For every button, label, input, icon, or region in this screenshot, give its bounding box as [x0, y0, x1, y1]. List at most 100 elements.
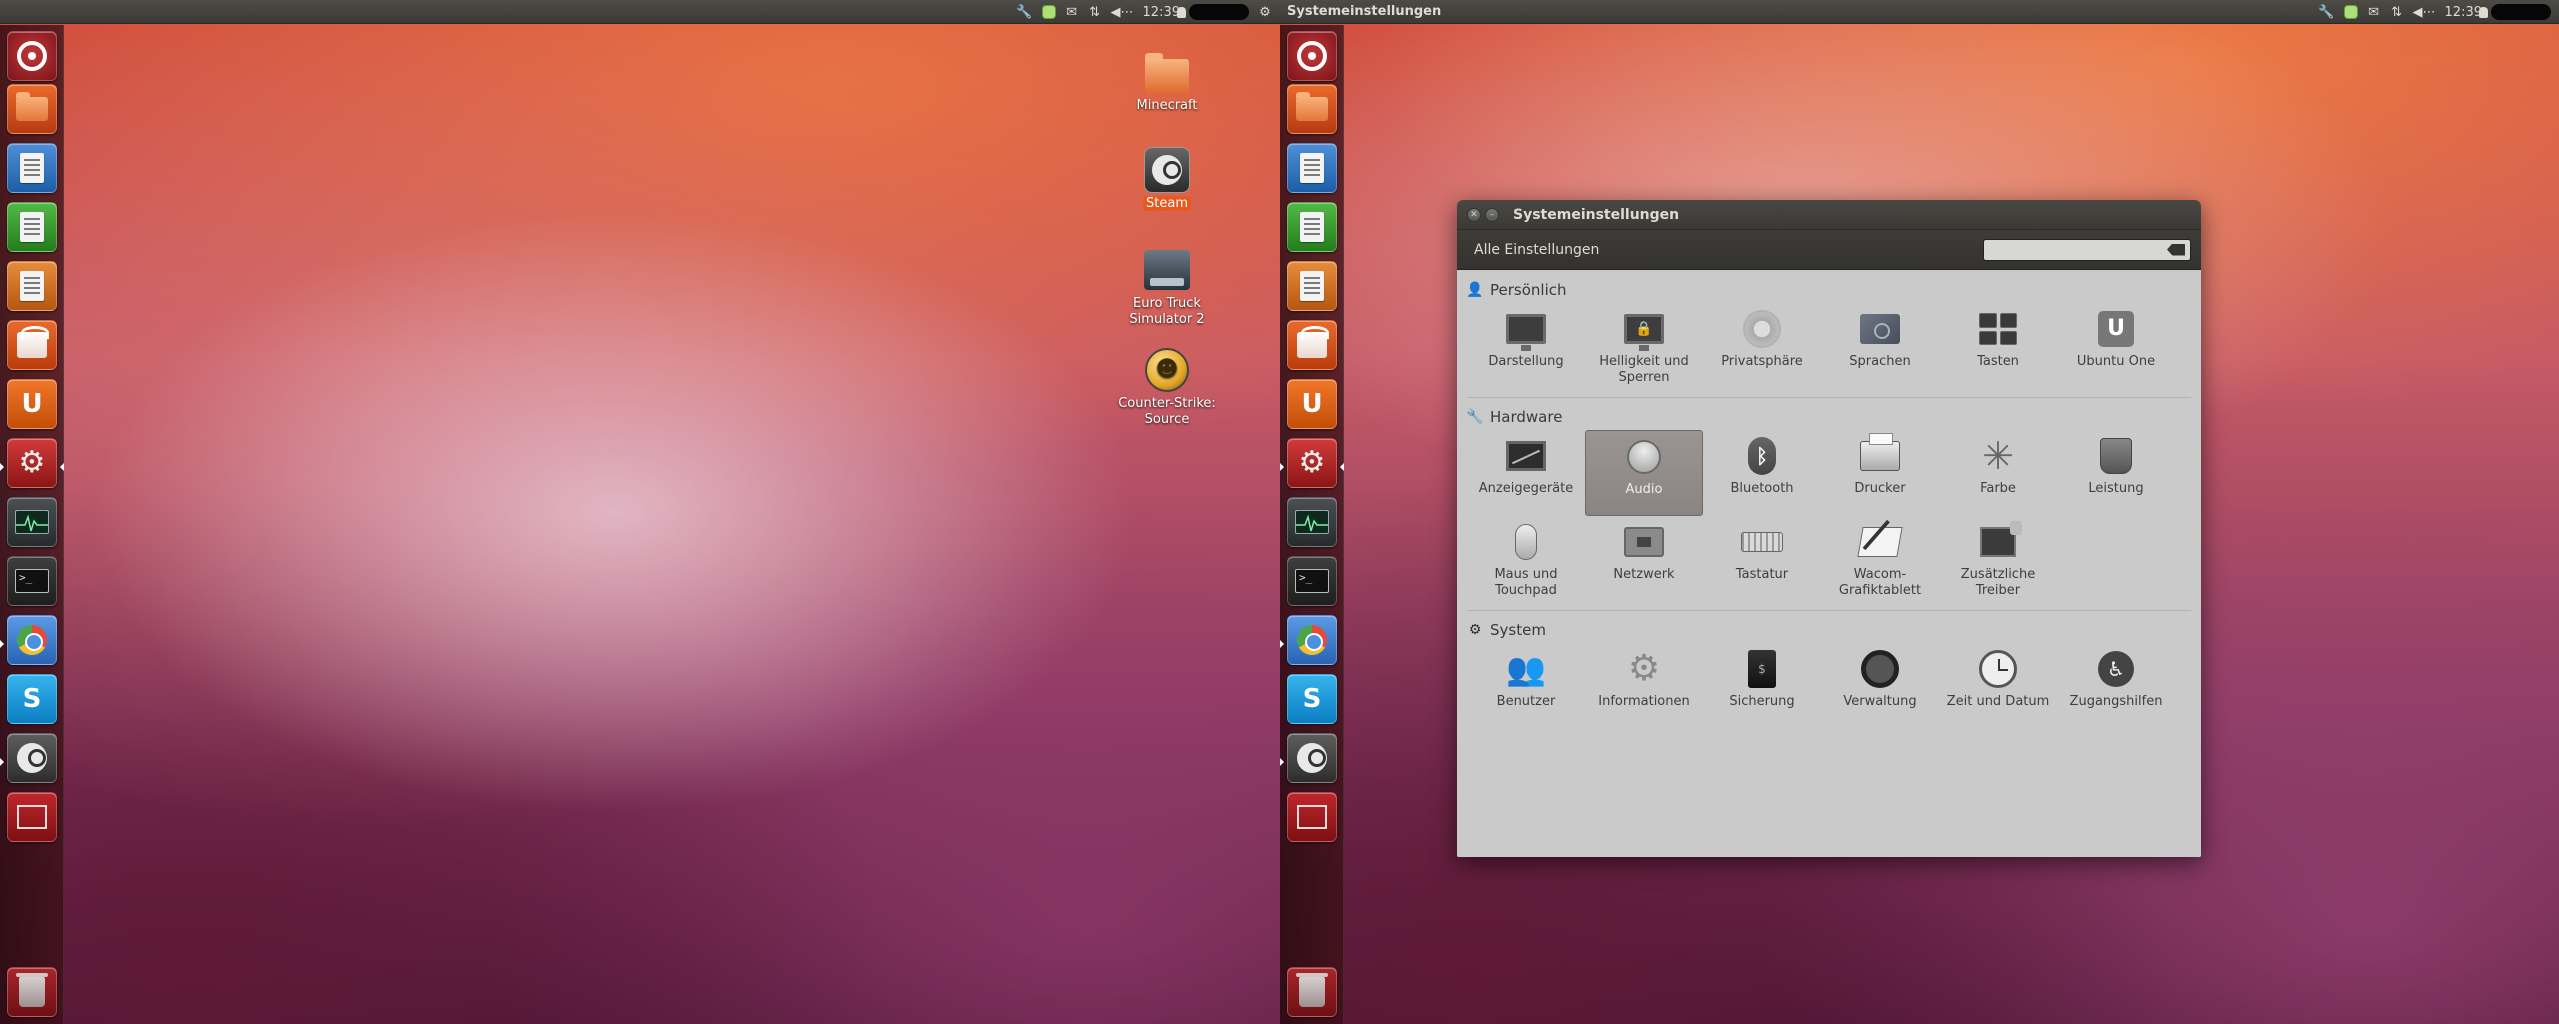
launcher-writer[interactable] [7, 143, 57, 193]
settings-item[interactable]: 👥 Benutzer [1467, 643, 1585, 729]
launcher-terminal[interactable]: >_ [7, 556, 57, 606]
user-indicator[interactable] [1177, 3, 1249, 21]
speaker-icon [1622, 435, 1666, 479]
skype-icon: S [22, 684, 42, 714]
settings-item[interactable]: ⚙ Informationen [1585, 643, 1703, 729]
close-icon[interactable]: ✕ [1467, 207, 1481, 222]
settings-item-label: Anzeigegeräte [1478, 481, 1574, 496]
settings-item[interactable]: Leistung [2057, 430, 2175, 516]
settings-item[interactable]: Verwaltung [1821, 643, 1939, 729]
settings-item[interactable]: Zeit und Datum [1939, 643, 2057, 729]
settings-item[interactable]: Netzwerk [1585, 516, 1703, 602]
ubuntu-logo-icon [17, 41, 47, 71]
settings-item[interactable]: U Ubuntu One [2057, 303, 2175, 389]
settings-item[interactable]: ♿ Zugangshilfen [2057, 643, 2175, 729]
launcher-system-settings[interactable]: ⚙ [1287, 438, 1337, 488]
launcher-workspaces[interactable] [7, 792, 57, 842]
desktop-wallpaper[interactable] [0, 0, 1280, 1024]
launcher-trash[interactable] [1287, 967, 1337, 1017]
launcher-chromium[interactable] [7, 615, 57, 665]
launcher-files[interactable] [1287, 84, 1337, 134]
launcher-impress[interactable] [1287, 261, 1337, 311]
launcher-files[interactable] [7, 84, 57, 134]
settings-item[interactable]: Wacom-Grafiktablett [1821, 516, 1939, 602]
settings-item[interactable]: Tasten [1939, 303, 2057, 389]
steam-indicator-icon[interactable]: 🔧 [1016, 3, 1032, 21]
settings-item[interactable]: ᛒ Bluetooth [1703, 430, 1821, 516]
launcher-steam[interactable] [7, 733, 57, 783]
settings-item-label: Leistung [2088, 481, 2144, 496]
mail-indicator-icon[interactable]: ✉ [1065, 3, 1079, 21]
settings-item-label: Netzwerk [1613, 567, 1675, 582]
launcher-steam[interactable] [1287, 733, 1337, 783]
terminal-icon: >_ [1295, 569, 1329, 593]
launcher-system-monitor[interactable] [7, 497, 57, 547]
messaging-indicator-icon[interactable] [1041, 3, 1056, 21]
settings-item[interactable]: Anzeigegeräte [1467, 430, 1585, 516]
desktop-icon-label: Minecraft [1136, 98, 1198, 113]
sound-indicator-icon[interactable]: ◀⋯ [1111, 3, 1134, 21]
clear-search-icon[interactable] [2167, 243, 2185, 256]
user-indicator[interactable] [2479, 3, 2551, 21]
settings-item[interactable]: Zusätzliche Treiber [1939, 516, 2057, 602]
launcher-writer[interactable] [1287, 143, 1337, 193]
session-gear-icon[interactable]: ⚙ [1258, 3, 1272, 21]
presentation-icon [20, 271, 44, 301]
launcher-calc[interactable] [7, 202, 57, 252]
launcher-skype[interactable]: S [7, 674, 57, 724]
settings-item[interactable]: Darstellung [1467, 303, 1585, 389]
settings-item[interactable]: Tastatur [1703, 516, 1821, 602]
launcher-dash-home[interactable] [7, 31, 57, 81]
window-titlebar[interactable]: ✕ – Systemeinstellungen [1457, 200, 2201, 230]
settings-item[interactable]: ✳ Farbe [1939, 430, 2057, 516]
settings-item-label: Audio [1625, 482, 1663, 497]
launcher-trash[interactable] [7, 967, 57, 1017]
launcher-system-monitor[interactable] [1287, 497, 1337, 547]
launcher-skype[interactable]: S [1287, 674, 1337, 724]
launcher-software-center[interactable] [7, 320, 57, 370]
settings-item[interactable]: 🔒 Helligkeit und Sperren [1585, 303, 1703, 389]
clock[interactable]: 12:39 [1143, 3, 1180, 21]
settings-item[interactable]: $ Sicherung [1703, 643, 1821, 729]
settings-item-label: Bluetooth [1730, 481, 1794, 496]
network-indicator-icon[interactable]: ⇅ [1088, 3, 1102, 21]
desktop-icon-steam[interactable]: Steam [1112, 146, 1222, 212]
launcher-dash-home[interactable] [1287, 31, 1337, 81]
desktop-icon-counter-strike[interactable]: ☻ Counter-Strike: Source [1112, 346, 1222, 428]
network-indicator-icon[interactable]: ⇅ [2390, 3, 2404, 21]
messaging-indicator-icon[interactable] [2343, 3, 2358, 21]
tablet-icon [1857, 520, 1903, 564]
launcher-calc[interactable] [1287, 202, 1337, 252]
settings-item[interactable]: Sprachen [1821, 303, 1939, 389]
launcher-ubuntu-one[interactable]: U [1287, 379, 1337, 429]
truck-icon [1144, 250, 1190, 290]
system-monitor-icon [1295, 510, 1329, 534]
all-settings-button[interactable]: Alle Einstellungen [1469, 238, 1604, 262]
settings-gear-icon: ⚙ [18, 445, 46, 480]
settings-item[interactable]: Drucker [1821, 430, 1939, 516]
minimize-icon[interactable]: – [1485, 207, 1499, 222]
section-title: System [1490, 621, 1546, 639]
launcher-workspaces[interactable] [1287, 792, 1337, 842]
launcher-chromium[interactable] [1287, 615, 1337, 665]
steam-indicator-icon[interactable]: 🔧 [2318, 3, 2334, 21]
launcher-terminal[interactable]: >_ [1287, 556, 1337, 606]
clock[interactable]: 12:39 [2445, 3, 2482, 21]
section-header: 👤 Persönlich [1466, 277, 2191, 303]
settings-item[interactable]: Privatsphäre [1703, 303, 1821, 389]
mail-indicator-icon[interactable]: ✉ [2367, 3, 2381, 21]
section-grid: 👥 Benutzer ⚙ Informationen $ Sicherung Verwalt… [1467, 643, 2191, 729]
desktop-icon-minecraft[interactable]: Minecraft [1112, 48, 1222, 114]
launcher-system-settings[interactable]: ⚙ [7, 438, 57, 488]
search-input[interactable] [1983, 238, 2191, 261]
sound-indicator-icon[interactable]: ◀⋯ [2413, 3, 2436, 21]
wrench-icon: 🔧 [1466, 409, 1484, 425]
launcher-ubuntu-one[interactable]: U [7, 379, 57, 429]
desktop-icon-euro-truck[interactable]: Euro Truck Simulator 2 [1112, 246, 1222, 328]
settings-item-label: Tasten [1977, 354, 2019, 369]
launcher-software-center[interactable] [1287, 320, 1337, 370]
window-toolbar: Alle Einstellungen [1457, 230, 2201, 270]
settings-item[interactable]: Maus und Touchpad [1467, 516, 1585, 602]
launcher-impress[interactable] [7, 261, 57, 311]
settings-item[interactable]: Audio [1585, 430, 1703, 516]
